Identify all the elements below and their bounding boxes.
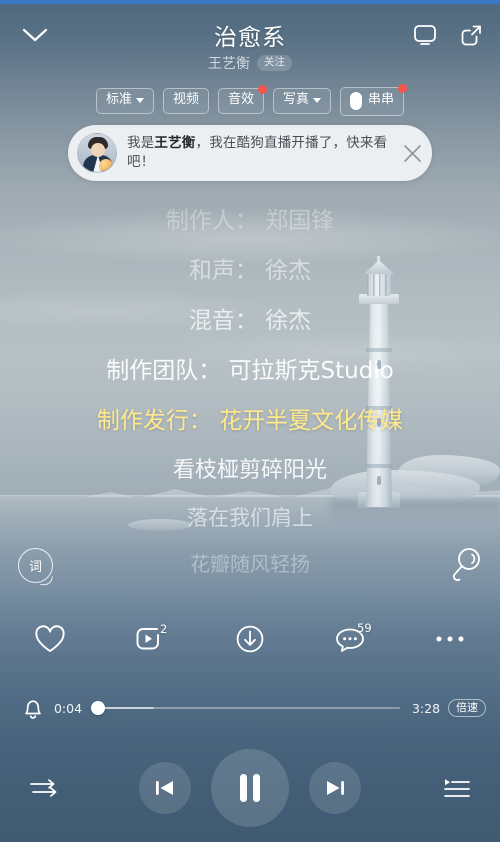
follow-button[interactable]: 关注: [257, 55, 292, 71]
player-header: 治愈系 王艺衡 关注: [0, 4, 500, 82]
header-actions: [410, 20, 486, 50]
monitor-cast-icon[interactable]: [410, 20, 440, 50]
banner-text-before: 我是: [127, 135, 155, 151]
mv-button[interactable]: 2: [100, 612, 200, 666]
action-icon-row: 2 59: [0, 612, 500, 666]
close-icon[interactable]: [392, 125, 432, 181]
live-streamer-avatar: [77, 133, 117, 173]
banner-text-bold: 王艺衡: [154, 135, 196, 151]
pause-icon: [240, 774, 260, 802]
lyrics-panel[interactable]: 制作人： 郑国锋 和声： 徐杰 混音： 徐杰 制作团队： 可拉斯克Studio …: [0, 196, 500, 576]
comment-count-badge: 59: [357, 621, 372, 635]
tag-video[interactable]: 视频: [162, 88, 209, 114]
next-button[interactable]: [309, 762, 361, 814]
tag-label: 标准: [105, 92, 132, 108]
red-dot-badge-icon: [398, 83, 408, 93]
more-button[interactable]: [400, 612, 500, 666]
chevron-down-icon: [135, 98, 144, 104]
lyric-line: 制作团队： 可拉斯克Studio: [106, 358, 394, 384]
lyrics-toggle-label: 词: [28, 560, 42, 575]
bell-icon[interactable]: [16, 697, 50, 720]
chevron-down-icon: [313, 98, 322, 104]
tag-label: 视频: [172, 92, 199, 108]
play-order-icon: [30, 779, 57, 797]
lyric-line: 花瓣随风轻扬: [190, 552, 310, 576]
quality-tag-row: 标准 视频 音效 写真 串串: [0, 83, 500, 116]
playlist-icon: [444, 779, 470, 797]
more-dots-icon: [436, 636, 464, 642]
playback-speed-button[interactable]: 倍速: [448, 699, 486, 717]
lyric-line: 落在我们肩上: [187, 506, 313, 530]
tag-label: 串串: [368, 92, 395, 108]
lyric-line: 看枝桠剪碎阳光: [172, 458, 327, 483]
tag-chuanchuan[interactable]: 串串: [340, 83, 408, 116]
banner-message: 我是王艺衡，我在酷狗直播开播了，快来看吧！: [127, 134, 388, 172]
play-pause-button[interactable]: [211, 749, 289, 827]
live-stream-banner[interactable]: 我是王艺衡，我在酷狗直播开播了，快来看吧！: [68, 125, 432, 181]
play-order-button[interactable]: [0, 776, 86, 800]
progress-slider[interactable]: [91, 699, 400, 717]
lyrics-toggle-button[interactable]: 词: [18, 548, 54, 588]
previous-button[interactable]: [139, 762, 191, 814]
artist-row: 王艺衡 关注: [0, 53, 500, 73]
download-icon: [236, 625, 264, 653]
playback-controls: [0, 734, 500, 842]
progress-row: 0:04 3:28 倍速: [0, 688, 500, 728]
microphone-icon[interactable]: [447, 546, 483, 584]
lyric-line: 混音： 徐杰: [188, 308, 312, 334]
share-icon[interactable]: [456, 20, 486, 50]
playlist-button[interactable]: [414, 776, 500, 800]
toggle-pill-icon: [350, 91, 363, 110]
red-dot-badge-icon: [258, 85, 267, 95]
current-time: 0:04: [53, 700, 83, 716]
previous-icon: [156, 781, 173, 795]
tag-label: 音效: [227, 92, 254, 108]
favorite-button[interactable]: [0, 612, 100, 666]
total-time: 3:28: [411, 700, 441, 716]
tag-label: 写真: [283, 92, 310, 108]
tag-sound-effect[interactable]: 音效: [217, 85, 267, 114]
comment-button[interactable]: 59: [300, 612, 400, 666]
progress-thumb[interactable]: [91, 701, 106, 715]
mv-count-badge: 2: [160, 622, 168, 636]
tag-photo[interactable]: 写真: [273, 88, 332, 114]
lyric-line-active: 制作发行： 花开半夏文化传媒: [96, 408, 404, 434]
heart-icon: [35, 624, 65, 652]
next-icon: [327, 781, 344, 795]
download-button[interactable]: [200, 612, 300, 666]
music-player-screen: 治愈系 王艺衡 关注 标准 视频 音效 写真 串串 我是王艺衡，我在酷狗直播开播…: [0, 0, 500, 842]
tag-quality-standard[interactable]: 标准: [95, 88, 154, 114]
artist-name[interactable]: 王艺衡: [208, 53, 250, 73]
lyric-line: 和声： 徐杰: [188, 258, 312, 284]
lyric-line: 制作人： 郑国锋: [165, 208, 335, 234]
transport-controls: [86, 749, 414, 827]
